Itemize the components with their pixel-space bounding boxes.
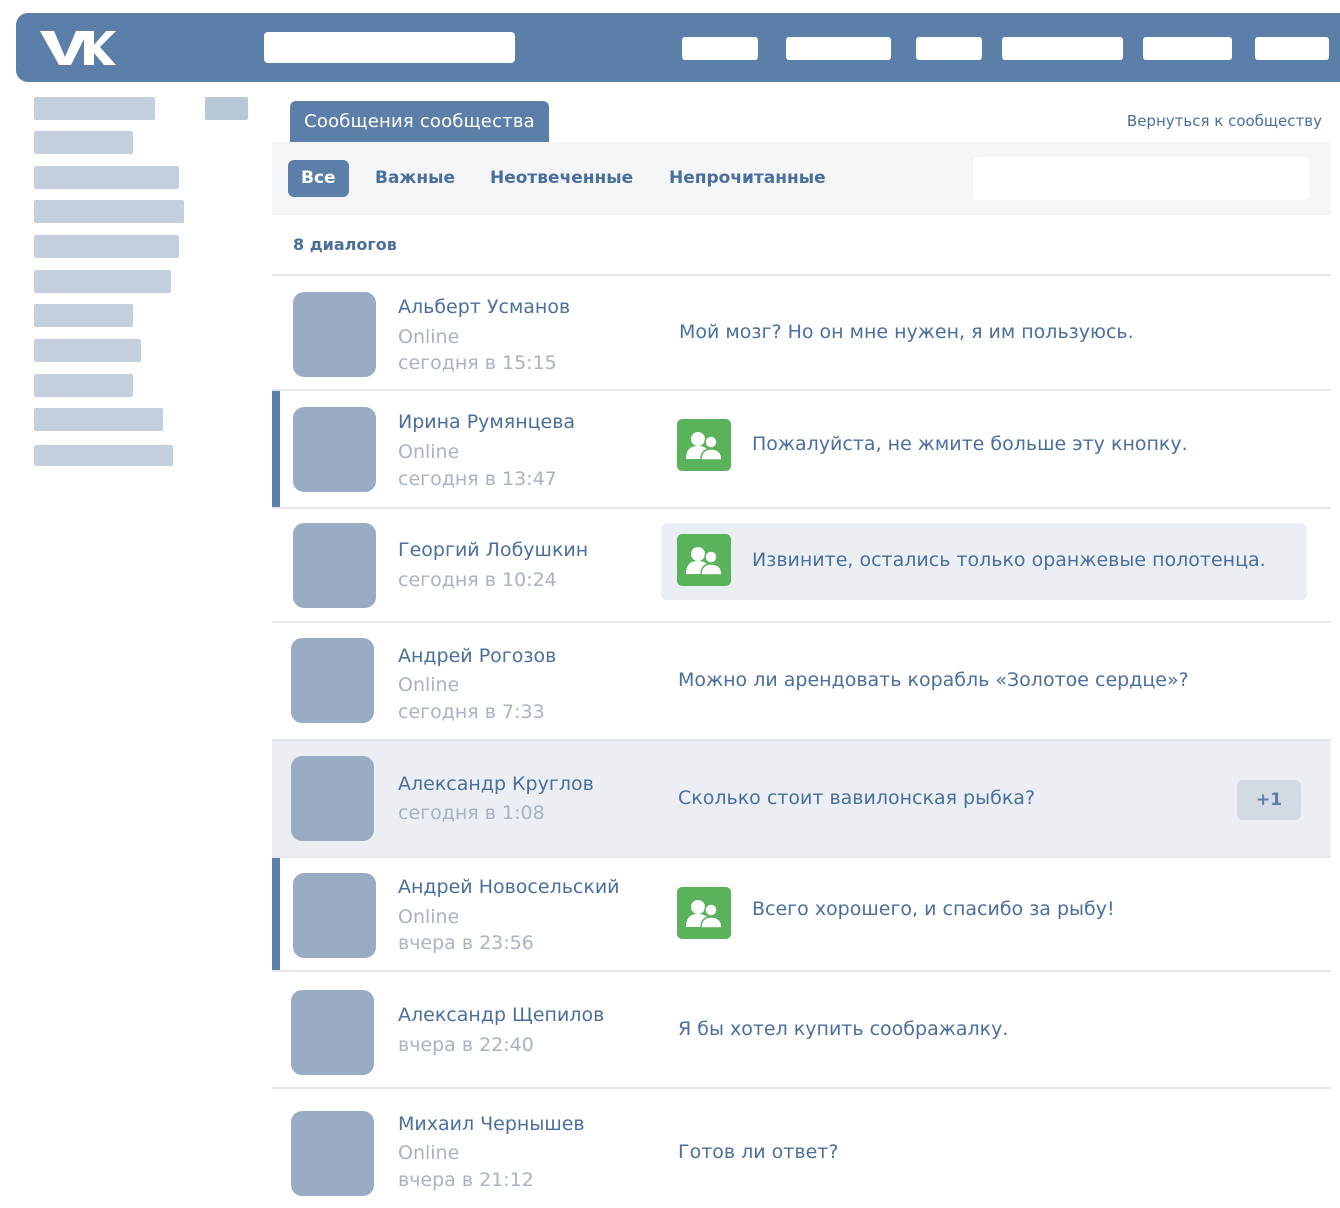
last-message: Извините, остались только оранжевые поло…	[752, 549, 1266, 571]
dialog-name[interactable]: Андрей Новосельский	[398, 876, 620, 898]
sidebar-item-6[interactable]	[34, 270, 171, 293]
sidebar-item-9[interactable]	[34, 374, 133, 397]
dialog-name[interactable]: Андрей Рогозов	[398, 645, 556, 667]
dialog-row[interactable]: Михаил Чернышев Online вчера в 21:12 Гот…	[272, 1087, 1331, 1208]
nav-button-4[interactable]	[1002, 37, 1123, 60]
dialog-row[interactable]: Альберт Усманов Online сегодня в 15:15 М…	[272, 274, 1331, 390]
last-message: Пожалуйста, не жмите больше эту кнопку.	[752, 433, 1188, 455]
filter-important-button[interactable]: Важные	[375, 160, 455, 197]
nav-button-5[interactable]	[1143, 37, 1232, 60]
dialog-time: вчера в 22:40	[398, 1034, 534, 1056]
dialog-time: сегодня в 1:08	[398, 802, 545, 824]
dialog-row[interactable]: Андрей Новосельский Online вчера в 23:56…	[272, 856, 1331, 972]
avatar[interactable]	[291, 638, 374, 723]
dialog-row[interactable]: Александр Круглов сегодня в 1:08 Сколько…	[272, 739, 1331, 858]
sidebar-item-11[interactable]	[34, 445, 173, 466]
online-status: Online	[398, 441, 460, 463]
top-header	[16, 13, 1340, 82]
dialog-count: 8 диалогов	[293, 235, 397, 254]
avatar[interactable]	[293, 292, 376, 377]
online-status: Online	[398, 906, 460, 928]
vk-logo-icon[interactable]	[38, 25, 116, 69]
unread-marker	[272, 858, 280, 972]
nav-button-6[interactable]	[1255, 37, 1329, 60]
avatar[interactable]	[293, 523, 376, 608]
dialog-search-input[interactable]	[973, 157, 1309, 200]
header-search-input[interactable]	[264, 32, 515, 63]
sidebar-item-counter[interactable]	[205, 97, 248, 120]
dialog-time: сегодня в 7:33	[398, 701, 545, 723]
sidebar-item-5[interactable]	[34, 235, 179, 258]
dialog-name[interactable]: Ирина Румянцева	[398, 411, 575, 433]
nav-button-2[interactable]	[786, 37, 891, 60]
dialog-row[interactable]: Ирина Румянцева Online сегодня в 13:47 П…	[272, 389, 1331, 508]
dialog-time: сегодня в 13:47	[398, 468, 557, 490]
dialog-row[interactable]: Георгий Лобушкин сегодня в 10:24 Извинит…	[272, 507, 1331, 622]
unread-count-badge[interactable]: +1	[1237, 780, 1301, 820]
filter-all-button[interactable]: Все	[288, 160, 349, 197]
back-to-community-link[interactable]: Вернуться к сообществу	[1127, 112, 1322, 130]
sidebar-item-1[interactable]	[34, 97, 155, 120]
dialog-row[interactable]: Александр Щепилов вчера в 22:40 Я бы хот…	[272, 970, 1331, 1089]
community-reply-icon	[677, 534, 731, 586]
nav-button-1[interactable]	[682, 37, 758, 60]
dialog-name[interactable]: Георгий Лобушкин	[398, 539, 588, 561]
sidebar-item-10[interactable]	[34, 408, 163, 431]
dialog-name[interactable]: Альберт Усманов	[398, 296, 570, 318]
avatar[interactable]	[291, 990, 374, 1075]
nav-button-3[interactable]	[916, 37, 982, 60]
last-message: Сколько стоит вавилонская рыбка?	[678, 787, 1036, 809]
dialog-row[interactable]: Андрей Рогозов Online сегодня в 7:33 Мож…	[272, 621, 1331, 740]
community-reply-icon	[677, 419, 731, 471]
dialog-name[interactable]: Александр Щепилов	[398, 1004, 604, 1026]
dialog-name[interactable]: Александр Круглов	[398, 773, 594, 795]
avatar[interactable]	[291, 1111, 374, 1196]
avatar[interactable]	[293, 407, 376, 492]
sidebar-item-2[interactable]	[34, 131, 133, 154]
last-message: Всего хорошего, и спасибо за рыбу!	[752, 898, 1115, 920]
avatar[interactable]	[293, 873, 376, 958]
last-message: Мой мозг? Но он мне нужен, я им пользуюс…	[679, 321, 1134, 343]
sidebar-item-8[interactable]	[34, 339, 141, 362]
online-status: Online	[398, 326, 460, 348]
last-message: Можно ли арендовать корабль «Золотое сер…	[678, 669, 1189, 691]
sidebar-item-4[interactable]	[34, 200, 184, 223]
community-reply-icon	[677, 887, 731, 939]
dialog-time: сегодня в 10:24	[398, 569, 557, 591]
filter-unread-button[interactable]: Непрочитанные	[669, 160, 826, 197]
last-message: Я бы хотел купить соображалку.	[678, 1018, 1009, 1040]
dialog-time: сегодня в 15:15	[398, 352, 557, 374]
dialog-time: вчера в 21:12	[398, 1169, 534, 1191]
tab-community-messages[interactable]: Сообщения сообщества	[290, 101, 549, 142]
filter-bar: Все Важные Неотвеченные Непрочитанные	[272, 142, 1331, 215]
last-message: Готов ли ответ?	[678, 1141, 839, 1163]
online-status: Online	[398, 1142, 460, 1164]
sidebar-item-7[interactable]	[34, 304, 133, 327]
avatar[interactable]	[291, 756, 374, 841]
dialog-time: вчера в 23:56	[398, 932, 534, 954]
online-status: Online	[398, 674, 460, 696]
dialog-name[interactable]: Михаил Чернышев	[398, 1113, 585, 1135]
sidebar-item-3[interactable]	[34, 166, 179, 189]
filter-unanswered-button[interactable]: Неотвеченные	[490, 160, 633, 197]
unread-marker	[272, 391, 280, 508]
